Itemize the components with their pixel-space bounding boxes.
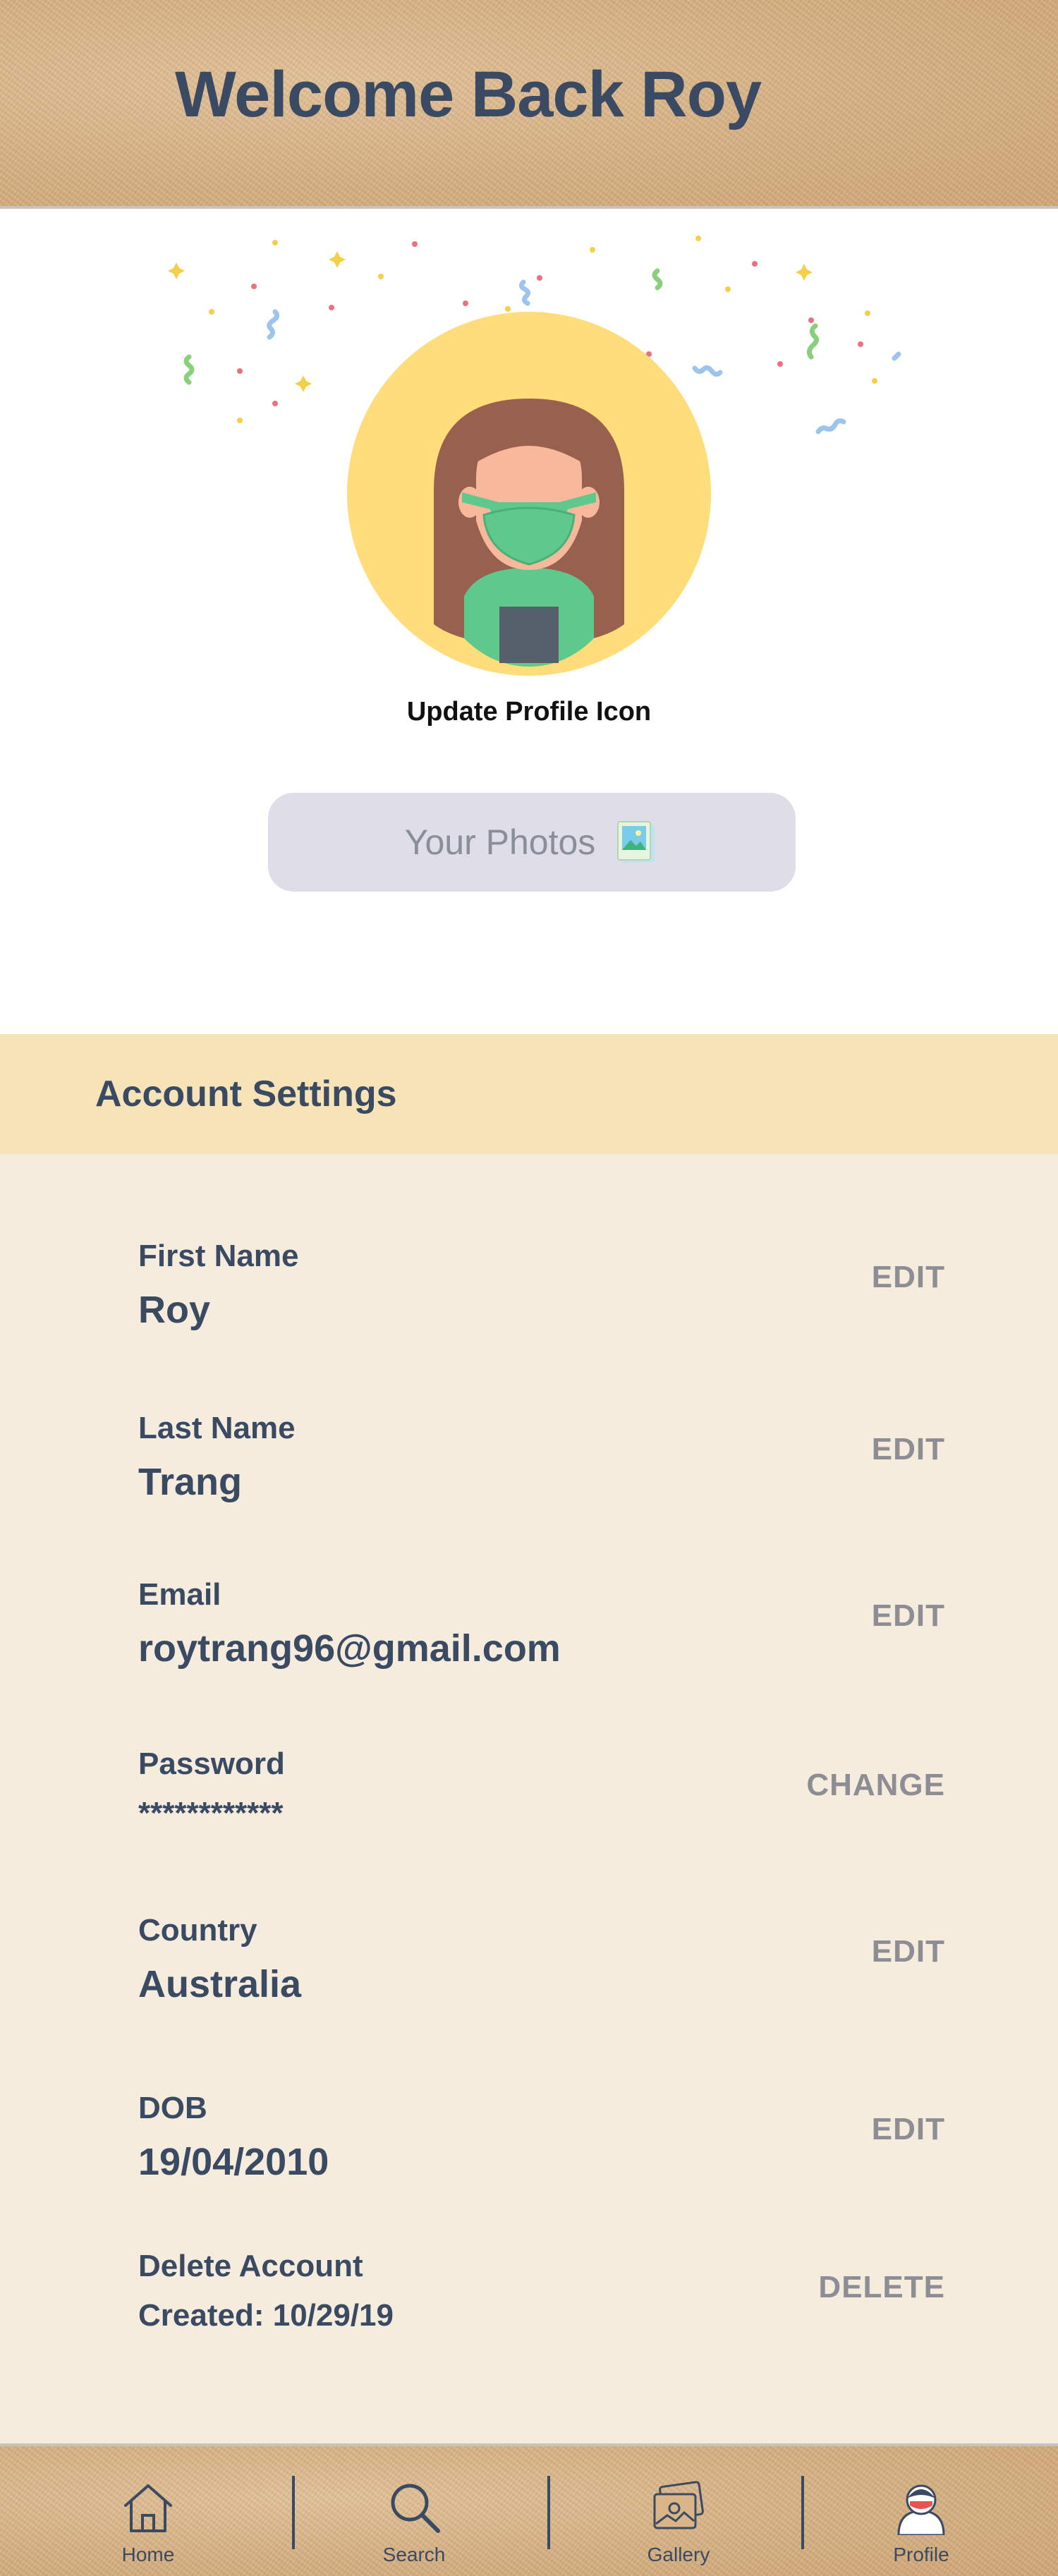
- profile-section: Update Profile Icon Your Photos: [0, 212, 1058, 1034]
- change-password-button[interactable]: CHANGE: [806, 1768, 945, 1803]
- setting-row-last-name: Last Name Trang EDIT: [0, 1411, 1058, 1517]
- password-value: ************: [138, 1796, 284, 1830]
- setting-row-dob: DOB 19/04/2010 EDIT: [0, 2091, 1058, 2197]
- home-icon: [124, 2484, 172, 2532]
- setting-row-first-name: First Name Roy EDIT: [0, 1239, 1058, 1344]
- your-photos-button[interactable]: Your Photos: [268, 793, 796, 892]
- setting-row-country: Country Australia EDIT: [0, 1913, 1058, 2019]
- last-name-label: Last Name: [138, 1411, 296, 1445]
- your-photos-label: Your Photos: [404, 822, 596, 862]
- nav-gallery[interactable]: Gallery: [622, 2479, 735, 2576]
- password-label: Password: [138, 1746, 285, 1781]
- nav-profile-label: Profile: [893, 2544, 949, 2565]
- setting-row-email: Email roytrang96@gmail.com EDIT: [0, 1577, 1058, 1683]
- edit-dob-button[interactable]: EDIT: [872, 2112, 945, 2147]
- gallery-icon: [653, 2481, 704, 2529]
- delete-account-label: Delete Account: [138, 2249, 363, 2283]
- nav-divider: [292, 2476, 295, 2549]
- account-settings-title: Account Settings: [95, 1074, 397, 1114]
- setting-row-delete-account: Delete Account Created: 10/29/19 DELETE: [0, 2249, 1058, 2355]
- last-name-value: Trang: [138, 1461, 243, 1503]
- setting-row-password: Password ************ CHANGE: [0, 1746, 1058, 1852]
- dob-value: 19/04/2010: [138, 2141, 329, 2183]
- nav-home-label: Home: [121, 2544, 175, 2565]
- welcome-title: Welcome Back Roy: [175, 59, 762, 130]
- profile-avatar[interactable]: [346, 310, 712, 677]
- country-value: Australia: [138, 1963, 302, 2005]
- delete-account-button[interactable]: DELETE: [818, 2270, 945, 2305]
- top-header: Welcome Back Roy: [0, 0, 1058, 209]
- nav-search-label: Search: [382, 2544, 446, 2565]
- search-icon: [391, 2484, 440, 2533]
- email-label: Email: [138, 1577, 221, 1612]
- edit-first-name-button[interactable]: EDIT: [872, 1260, 945, 1295]
- nav-search[interactable]: Search: [358, 2479, 470, 2576]
- first-name-label: First Name: [138, 1239, 299, 1273]
- update-profile-icon-link[interactable]: Update Profile Icon: [0, 697, 1058, 727]
- nav-profile[interactable]: Profile: [865, 2479, 978, 2576]
- nav-divider: [801, 2476, 804, 2549]
- bottom-nav: Home Search Gallery Profile: [0, 2443, 1058, 2576]
- country-label: Country: [138, 1913, 257, 1948]
- nav-home[interactable]: Home: [92, 2479, 205, 2576]
- edit-email-button[interactable]: EDIT: [872, 1598, 945, 1634]
- nav-divider: [547, 2476, 550, 2549]
- edit-country-button[interactable]: EDIT: [872, 1934, 945, 1969]
- account-created-date: Created: 10/29/19: [138, 2298, 394, 2333]
- email-value: roytrang96@gmail.com: [138, 1627, 561, 1670]
- photo-frame-icon: [617, 821, 655, 863]
- profile-avatar-icon: [897, 2484, 945, 2535]
- edit-last-name-button[interactable]: EDIT: [872, 1432, 945, 1467]
- nav-gallery-label: Gallery: [647, 2544, 710, 2565]
- dob-label: DOB: [138, 2091, 207, 2125]
- account-settings-list: First Name Roy EDIT Last Name Trang EDIT…: [0, 1154, 1058, 2443]
- account-settings-header: Account Settings: [0, 1034, 1058, 1154]
- first-name-value: Roy: [138, 1289, 211, 1331]
